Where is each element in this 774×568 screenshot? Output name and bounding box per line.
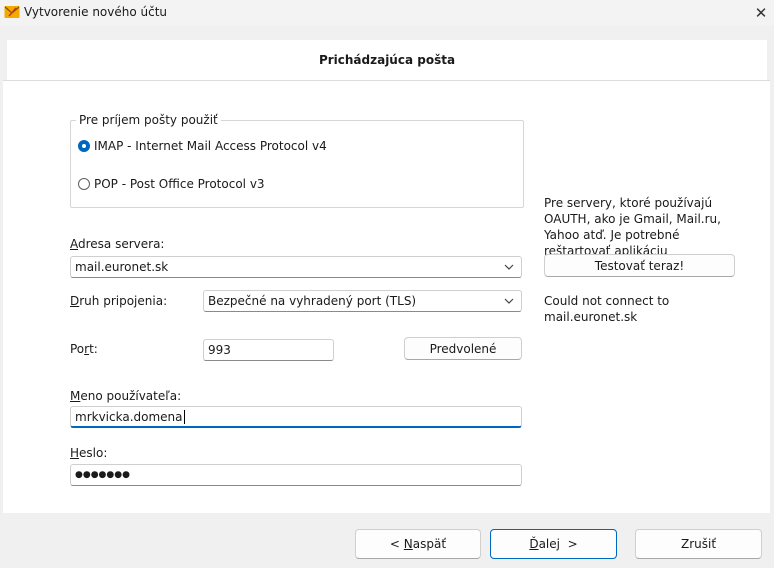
status-line-2: mail.euronet.sk (544, 310, 638, 324)
back-arrow: < (389, 537, 404, 551)
password-value: ●●●●●●● (75, 470, 130, 480)
port-label: Port: (70, 342, 98, 356)
oauth-note: Pre servery, ktoré používajú OAUTH, ako … (544, 196, 721, 258)
window-title: Vytvorenie nového účtu (24, 5, 168, 19)
text-caret (183, 409, 185, 424)
close-button[interactable]: ✕ (748, 0, 774, 26)
password-input[interactable]: ●●●●●●● (70, 464, 522, 486)
password-label: Heslo: (70, 446, 108, 460)
connection-type-value: Bezpečné na vyhradený port (TLS) (208, 294, 417, 308)
wizard-header: Prichádzajúca pošta (7, 40, 767, 81)
pop-radio-label[interactable]: POP - Post Office Protocol v3 (94, 177, 265, 191)
chevron-down-icon (504, 298, 514, 304)
envelope-app-icon (4, 6, 20, 18)
page-title: Prichádzajúca pošta (318, 53, 456, 67)
next-label: alej (538, 537, 560, 551)
title-bar: Vytvorenie nového účtu ✕ (0, 0, 774, 26)
server-address-value: mail.euronet.sk (75, 260, 169, 274)
default-port-button[interactable]: Predvolené (404, 337, 522, 360)
username-input[interactable]: mrkvicka.domena (70, 406, 522, 428)
test-now-button[interactable]: Testovať teraz! (544, 254, 735, 277)
protocol-groupbox (70, 120, 524, 208)
close-icon: ✕ (754, 4, 768, 22)
cancel-button[interactable]: Zrušiť (635, 529, 762, 559)
back-label: aspäť (412, 537, 447, 551)
imap-radio[interactable] (78, 140, 90, 152)
next-arrow: > (559, 537, 578, 551)
back-mnemonic: N (403, 537, 413, 551)
connection-status: Could not connect to mail.euronet.sk (544, 293, 744, 325)
protocol-group-legend: Pre príjem pošty použiť (76, 113, 221, 127)
port-input[interactable]: 993 (203, 339, 334, 361)
chevron-down-icon (504, 264, 514, 270)
port-value: 993 (208, 343, 231, 357)
server-address-label: Adresa servera: (70, 237, 165, 251)
username-value: mrkvicka.domena (75, 409, 183, 424)
next-button[interactable]: Ďalej > (490, 529, 617, 559)
back-button[interactable]: < Naspäť (355, 529, 481, 559)
pop-radio[interactable] (78, 178, 90, 190)
username-label: Meno používateľa: (70, 389, 182, 403)
status-line-1: Could not connect to (544, 294, 670, 308)
imap-radio-label[interactable]: IMAP - Internet Mail Access Protocol v4 (94, 139, 327, 153)
next-mnemonic: Ď (529, 537, 539, 551)
connection-type-select[interactable]: Bezpečné na vyhradený port (TLS) (203, 290, 522, 312)
server-address-combobox[interactable]: mail.euronet.sk (70, 256, 522, 278)
connection-type-label: Druh pripojenia: (70, 294, 168, 308)
